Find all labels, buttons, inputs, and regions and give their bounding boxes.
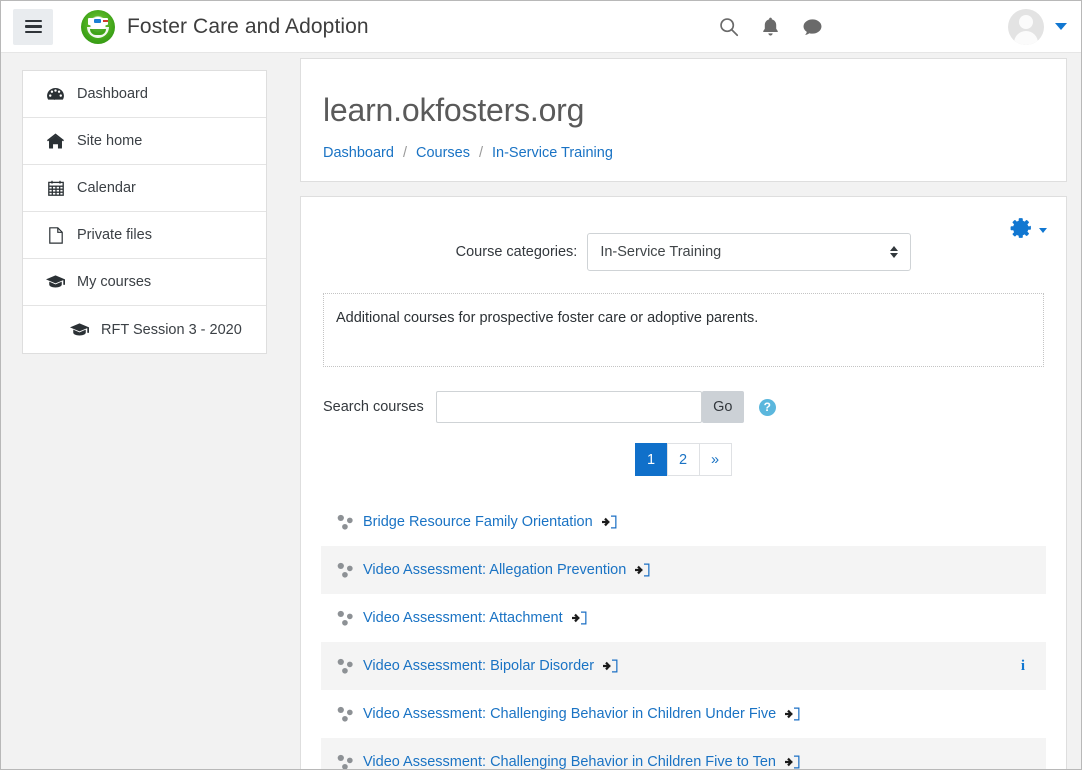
sidebar-item-my-courses[interactable]: My courses	[23, 259, 266, 306]
search-courses-input[interactable]	[435, 391, 702, 423]
sidebar-item-private-files[interactable]: Private files	[23, 212, 266, 259]
course-list-item[interactable]: Video Assessment: Bipolar Disorder i	[321, 642, 1046, 690]
help-icon[interactable]: ?	[758, 398, 776, 416]
sidebar-item-site-home[interactable]: Site home	[23, 118, 266, 165]
graduation-cap-icon	[70, 322, 89, 337]
sign-in-icon[interactable]	[601, 515, 617, 529]
course-share-nodes-icon	[337, 658, 354, 674]
sign-in-icon[interactable]	[603, 659, 618, 673]
avatar[interactable]	[1008, 8, 1044, 45]
chevron-down-icon[interactable]	[1055, 23, 1067, 30]
course-link[interactable]: Video Assessment: Bipolar Disorder	[363, 658, 594, 674]
course-list-item[interactable]: Video Assessment: Allegation Prevention	[321, 546, 1046, 594]
calendar-icon	[46, 180, 65, 196]
breadcrumb-item-dashboard[interactable]: Dashboard	[323, 145, 394, 161]
main-content: learn.okfosters.org Dashboard / Courses …	[300, 58, 1067, 769]
category-description: Additional courses for prospective foste…	[323, 293, 1044, 367]
brand-title: Foster Care and Adoption	[127, 14, 369, 38]
breadcrumb-separator: /	[478, 145, 483, 161]
sidebar-item-label: Calendar	[77, 180, 136, 196]
chevron-down-icon[interactable]	[1039, 228, 1047, 233]
course-link[interactable]: Video Assessment: Challenging Behavior i…	[363, 706, 776, 722]
app-window: Foster Care and Adoption Dashboard Site …	[0, 0, 1082, 770]
course-list-item[interactable]: Bridge Resource Family Orientation	[321, 498, 1046, 546]
course-link[interactable]: Bridge Resource Family Orientation	[363, 514, 593, 530]
dashboard-icon	[46, 87, 65, 102]
sidebar-item-label: Dashboard	[77, 86, 148, 102]
pagination: 1 2 »	[319, 443, 1048, 476]
breadcrumb: Dashboard / Courses / In-Service Trainin…	[323, 145, 1044, 161]
pagination-page-2[interactable]: 2	[666, 443, 700, 476]
sign-in-icon[interactable]	[635, 563, 650, 577]
sidebar-item-label: My courses	[77, 274, 152, 290]
course-category-card: Course categories: In-Service Training A…	[300, 196, 1067, 769]
course-list-item[interactable]: Video Assessment: Challenging Behavior i…	[321, 738, 1046, 769]
navbar-icons	[718, 16, 823, 37]
course-categories-select[interactable]: In-Service Training	[587, 233, 912, 271]
sidebar-item-rft-session-3-2020[interactable]: RFT Session 3 - 2020	[23, 306, 266, 353]
sidebar-nav: Dashboard Site home Calendar Private fil…	[22, 70, 267, 354]
sidebar-item-label: Private files	[77, 227, 152, 243]
course-link[interactable]: Video Assessment: Attachment	[363, 610, 563, 626]
notifications-bell-icon[interactable]	[761, 16, 780, 37]
course-info-icon[interactable]: i	[1021, 658, 1028, 675]
pagination-page-1[interactable]: 1	[634, 443, 668, 476]
sidebar-item-dashboard[interactable]: Dashboard	[23, 71, 266, 118]
sign-in-icon[interactable]	[785, 707, 800, 721]
course-share-nodes-icon	[337, 754, 354, 769]
file-icon	[46, 226, 65, 244]
settings-menu[interactable]	[1010, 217, 1047, 244]
course-link[interactable]: Video Assessment: Challenging Behavior i…	[363, 754, 776, 769]
hamburger-bar	[24, 25, 42, 28]
sidebar-item-label: RFT Session 3 - 2020	[101, 321, 242, 338]
messages-icon[interactable]	[802, 17, 823, 37]
search-courses-label: Search courses	[323, 399, 424, 415]
course-categories-label: Course categories:	[455, 244, 578, 260]
page-title: learn.okfosters.org	[323, 92, 585, 128]
breadcrumb-item-in-service-training[interactable]: In-Service Training	[492, 145, 613, 161]
graduation-cap-icon	[46, 275, 65, 289]
course-list-item[interactable]: Video Assessment: Challenging Behavior i…	[321, 690, 1046, 738]
sidebar-item-label: Site home	[77, 133, 143, 149]
sidebar-item-calendar[interactable]: Calendar	[23, 165, 266, 212]
brand[interactable]: Foster Care and Adoption	[81, 9, 369, 44]
page-header-card: learn.okfosters.org Dashboard / Courses …	[300, 58, 1067, 182]
course-share-nodes-icon	[337, 706, 354, 722]
course-link[interactable]: Video Assessment: Allegation Prevention	[363, 562, 626, 578]
site-logo-icon	[81, 9, 115, 44]
top-navbar: Foster Care and Adoption	[1, 1, 1081, 53]
course-list: Bridge Resource Family Orientation Video…	[319, 498, 1048, 769]
course-share-nodes-icon	[337, 610, 354, 626]
page-header: learn.okfosters.org Dashboard / Courses …	[301, 59, 1066, 181]
sign-in-icon[interactable]	[784, 755, 800, 769]
search-courses-form: Search courses Go ?	[323, 391, 1048, 423]
course-list-item[interactable]: Video Assessment: Attachment	[321, 594, 1046, 642]
search-go-button[interactable]: Go	[701, 391, 744, 423]
course-share-nodes-icon	[337, 514, 354, 530]
hamburger-bar	[24, 19, 42, 23]
hamburger-bar	[24, 30, 42, 34]
search-icon[interactable]	[718, 16, 739, 37]
sign-in-icon[interactable]	[571, 611, 587, 625]
home-icon	[46, 133, 65, 149]
menu-toggle-button[interactable]	[13, 8, 53, 45]
gear-icon[interactable]	[1010, 217, 1032, 244]
course-categories-selected-value: In-Service Training	[600, 244, 722, 260]
course-share-nodes-icon	[337, 562, 354, 578]
user-menu[interactable]	[1008, 8, 1067, 45]
breadcrumb-item-courses[interactable]: Courses	[416, 145, 470, 161]
pagination-next[interactable]: »	[698, 443, 732, 476]
breadcrumb-separator: /	[402, 145, 407, 161]
course-category-selector-row: Course categories: In-Service Training	[319, 233, 1048, 271]
select-arrows-icon	[890, 246, 899, 258]
